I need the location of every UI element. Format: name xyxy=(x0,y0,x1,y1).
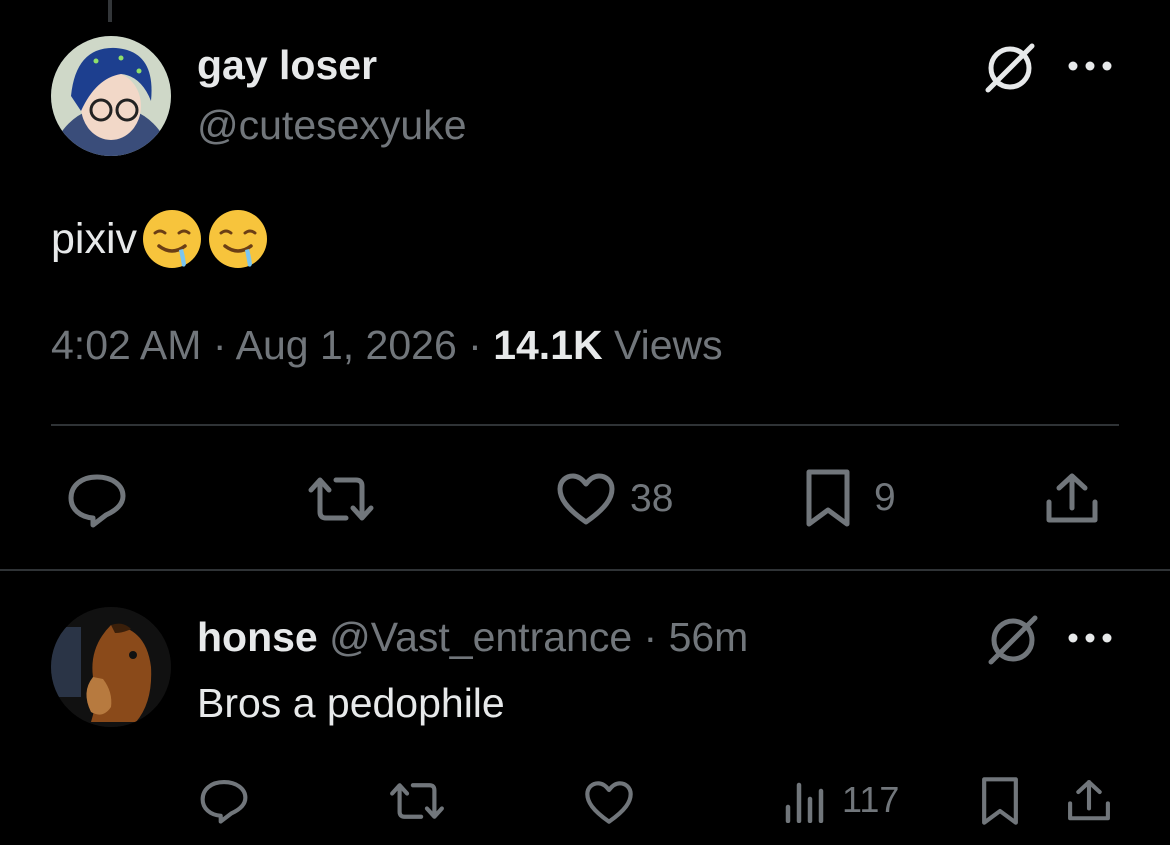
tweet-text-content: pixiv xyxy=(51,214,138,263)
reply-icon xyxy=(200,780,248,824)
retweet-button[interactable] xyxy=(306,474,376,524)
separator-dot: · xyxy=(201,322,236,368)
retweet-button[interactable] xyxy=(388,780,446,822)
avatar[interactable] xyxy=(51,36,171,156)
reply-timestamp[interactable]: 56m xyxy=(669,614,749,660)
avatar-image xyxy=(51,36,171,156)
grok-icon[interactable] xyxy=(985,612,1041,673)
reply-text: Bros a pedophile xyxy=(197,680,505,726)
like-button[interactable] xyxy=(584,780,634,825)
reply-header: honse @Vast_entrance · 56m xyxy=(197,614,748,661)
grok-icon[interactable] xyxy=(982,40,1038,101)
tweet-text: pixiv xyxy=(51,208,269,270)
bookmark-icon xyxy=(806,469,850,527)
views-button[interactable]: 117 xyxy=(784,777,899,823)
views-label: Views xyxy=(602,322,723,368)
analytics-icon xyxy=(785,782,824,823)
reply-icon xyxy=(68,474,126,528)
share-button[interactable] xyxy=(1044,472,1100,526)
thread-connector-line xyxy=(108,0,112,22)
like-count: 38 xyxy=(630,477,674,520)
divider xyxy=(51,424,1119,426)
views-count: 117 xyxy=(842,779,900,820)
bookmark-icon xyxy=(982,777,1018,825)
display-name[interactable]: honse xyxy=(197,614,318,660)
share-icon xyxy=(1046,473,1098,523)
bookmark-button[interactable]: 9 xyxy=(804,468,896,528)
tweet-time[interactable]: 4:02 AM xyxy=(51,322,201,368)
user-handle[interactable]: @cutesexyuke xyxy=(197,102,467,149)
heart-icon xyxy=(585,781,633,824)
retweet-icon xyxy=(390,783,444,819)
user-handle[interactable]: @Vast_entrance xyxy=(329,614,632,660)
separator-dot: · xyxy=(456,322,494,368)
heart-icon xyxy=(557,473,615,525)
reply-button[interactable] xyxy=(198,778,250,824)
more-options-icon[interactable] xyxy=(1066,628,1114,653)
retweet-icon xyxy=(308,477,374,521)
share-button[interactable] xyxy=(1066,778,1112,824)
divider xyxy=(0,569,1170,571)
display-name[interactable]: gay loser xyxy=(197,42,377,89)
more-options-icon[interactable] xyxy=(1066,56,1114,81)
tweet-metadata: 4:02 AM · Aug 1, 2026 · 14.1K Views xyxy=(51,322,723,369)
share-icon xyxy=(1068,780,1110,821)
drooling-face-emoji xyxy=(209,210,268,268)
views-count[interactable]: 14.1K xyxy=(493,322,602,368)
bookmark-count: 9 xyxy=(874,476,896,519)
avatar-image xyxy=(51,607,171,727)
tweet-date[interactable]: Aug 1, 2026 xyxy=(236,322,457,368)
avatar[interactable] xyxy=(51,607,171,727)
separator-dot: · xyxy=(632,614,669,660)
reply-button[interactable] xyxy=(66,472,128,528)
drooling-face-emoji xyxy=(143,210,202,268)
bookmark-button[interactable] xyxy=(980,775,1020,827)
like-button[interactable]: 38 xyxy=(556,472,673,526)
